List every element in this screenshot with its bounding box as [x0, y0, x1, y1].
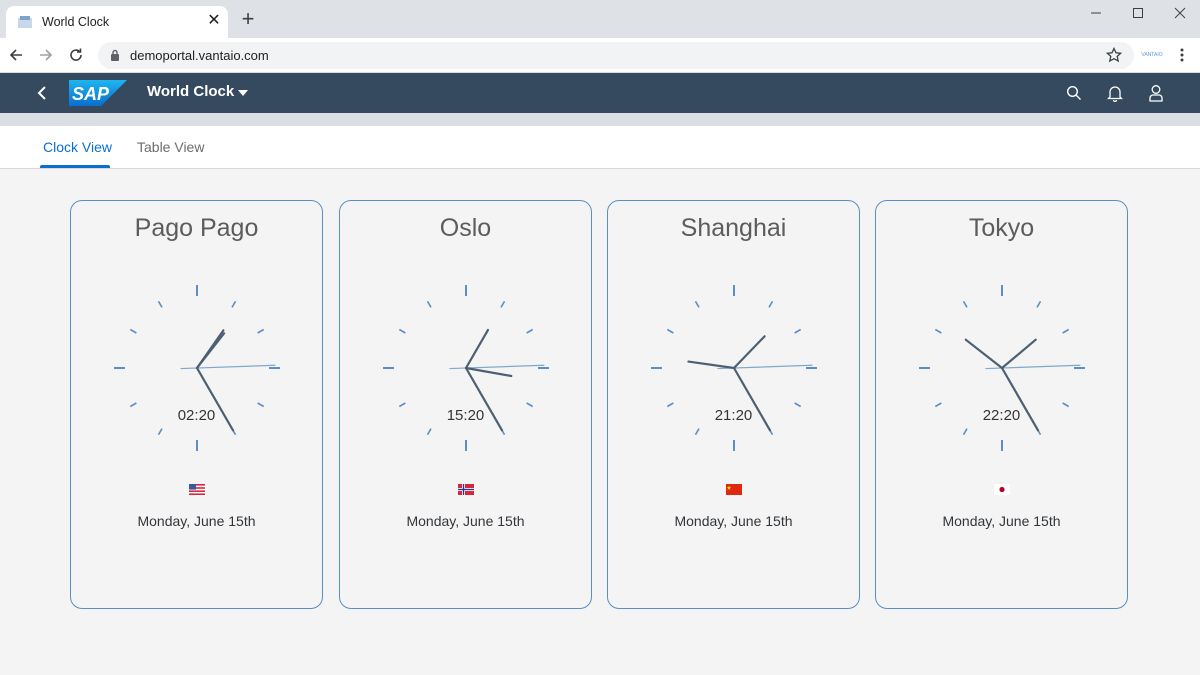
clock-card-pago-pago[interactable]: Pago Pago 02:20 Monday, June 15th [70, 200, 323, 609]
clock-tick-mark [157, 300, 163, 308]
clock-tick-mark [526, 328, 534, 334]
analog-clock [651, 285, 817, 451]
tab-close-icon[interactable]: ✕ [204, 11, 224, 31]
svg-text:SAP: SAP [72, 84, 110, 104]
analog-clock [383, 285, 549, 451]
minute-hand [195, 332, 226, 370]
clock-card-oslo[interactable]: Oslo 15:20 Monday, June 15th [339, 200, 592, 609]
clock-tick-mark [500, 300, 506, 308]
clock-tick-mark [666, 328, 674, 334]
clock-tick-mark [934, 402, 942, 408]
date-label: Monday, June 15th [674, 513, 793, 529]
browser-menu-icon[interactable] [1174, 45, 1190, 65]
clock-tick-mark [398, 328, 406, 334]
hour-hand [964, 338, 1004, 370]
minimize-button[interactable] [1074, 0, 1118, 26]
shell-bar: SAP World Clock [0, 73, 1200, 113]
url-text: demoportal.vantaio.com [130, 48, 269, 63]
clock-tick-mark [129, 402, 137, 408]
browser-tab[interactable]: World Clock ✕ [6, 6, 228, 38]
norway-flag-icon [458, 484, 474, 495]
tab-table-view[interactable]: Table View [137, 139, 204, 155]
clock-tick-mark [426, 428, 432, 436]
tab-title: World Clock [42, 15, 110, 29]
new-tab-button[interactable]: + [236, 8, 260, 32]
lock-icon [111, 49, 119, 61]
browser-tab-strip: World Clock ✕ + [0, 0, 1200, 38]
date-label: Monday, June 15th [406, 513, 525, 529]
app-title[interactable]: World Clock [147, 83, 234, 100]
clock-tick-mark [398, 402, 406, 408]
tab-clock-view[interactable]: Clock View [43, 139, 112, 155]
clock-card-tokyo[interactable]: Tokyo 22:20 Monday, June 15th [875, 200, 1128, 609]
page-favicon-icon [18, 16, 32, 28]
view-tab-bar: Clock View Table View [0, 126, 1200, 169]
clock-tick-mark [962, 428, 968, 436]
second-hand [180, 364, 276, 370]
search-icon[interactable] [1063, 82, 1085, 104]
city-name: Shanghai [680, 214, 787, 242]
chevron-left-icon [37, 86, 46, 100]
hour-hand [464, 366, 513, 378]
clock-tick-mark [1062, 402, 1070, 408]
minute-hand [732, 335, 766, 370]
user-profile-icon[interactable] [1145, 82, 1167, 104]
date-label: Monday, June 15th [942, 513, 1061, 529]
clock-tick-mark [257, 402, 265, 408]
clock-tick-mark [666, 402, 674, 408]
china-flag-icon [726, 484, 742, 495]
clock-tick-mark [1036, 300, 1042, 308]
back-button[interactable] [30, 81, 54, 105]
us-flag-icon [189, 484, 205, 495]
clock-tick-mark [426, 300, 432, 308]
clock-tick-mark [257, 328, 265, 334]
clock-tick-mark [794, 328, 802, 334]
clock-tick-mark [526, 402, 534, 408]
back-arrow-icon[interactable] [5, 44, 27, 66]
maximize-icon [1133, 8, 1143, 18]
clock-tick-mark [768, 300, 774, 308]
minute-hand [1000, 338, 1037, 370]
hour-hand [687, 360, 736, 370]
bookmark-star-icon[interactable] [1104, 45, 1124, 65]
date-label: Monday, June 15th [137, 513, 256, 529]
digital-time: 02:20 [177, 407, 216, 424]
digital-time: 15:20 [446, 407, 485, 424]
clock-tick-mark [1062, 328, 1070, 334]
maximize-button[interactable] [1116, 0, 1160, 26]
clock-card-shanghai[interactable]: Shanghai 21:20 Monday, June 15th [607, 200, 860, 609]
browser-toolbar: demoportal.vantaio.com VANTAIO [0, 38, 1200, 73]
clock-tick-mark [934, 328, 942, 334]
close-window-button[interactable] [1158, 0, 1200, 26]
sap-logo[interactable]: SAP [69, 80, 127, 106]
notifications-bell-icon[interactable] [1104, 82, 1126, 104]
minute-hand [464, 328, 490, 370]
city-name: Tokyo [968, 214, 1035, 242]
clock-tick-mark [694, 428, 700, 436]
clock-tick-mark [962, 300, 968, 308]
analog-clock [919, 285, 1085, 451]
forward-arrow-icon[interactable] [35, 44, 57, 66]
shell-subheader-band [0, 113, 1200, 126]
clock-tick-mark [129, 328, 137, 334]
clock-tick-mark [794, 402, 802, 408]
city-name: Pago Pago [134, 214, 259, 242]
active-tab-indicator [40, 165, 110, 168]
digital-time: 22:20 [982, 407, 1021, 424]
reload-icon[interactable] [65, 44, 87, 66]
digital-time: 21:20 [714, 407, 753, 424]
city-name: Oslo [439, 214, 492, 242]
analog-clock [114, 285, 280, 451]
address-bar[interactable]: demoportal.vantaio.com [98, 42, 1134, 69]
extension-icon[interactable]: VANTAIO [1140, 48, 1164, 62]
clock-tick-mark [157, 428, 163, 436]
close-icon [1174, 7, 1186, 19]
caret-down-icon[interactable] [238, 90, 248, 96]
minimize-icon [1091, 12, 1101, 14]
clock-tick-mark [694, 300, 700, 308]
second-hand [449, 364, 545, 370]
japan-flag-icon [994, 484, 1010, 495]
clock-tick-mark [231, 300, 237, 308]
